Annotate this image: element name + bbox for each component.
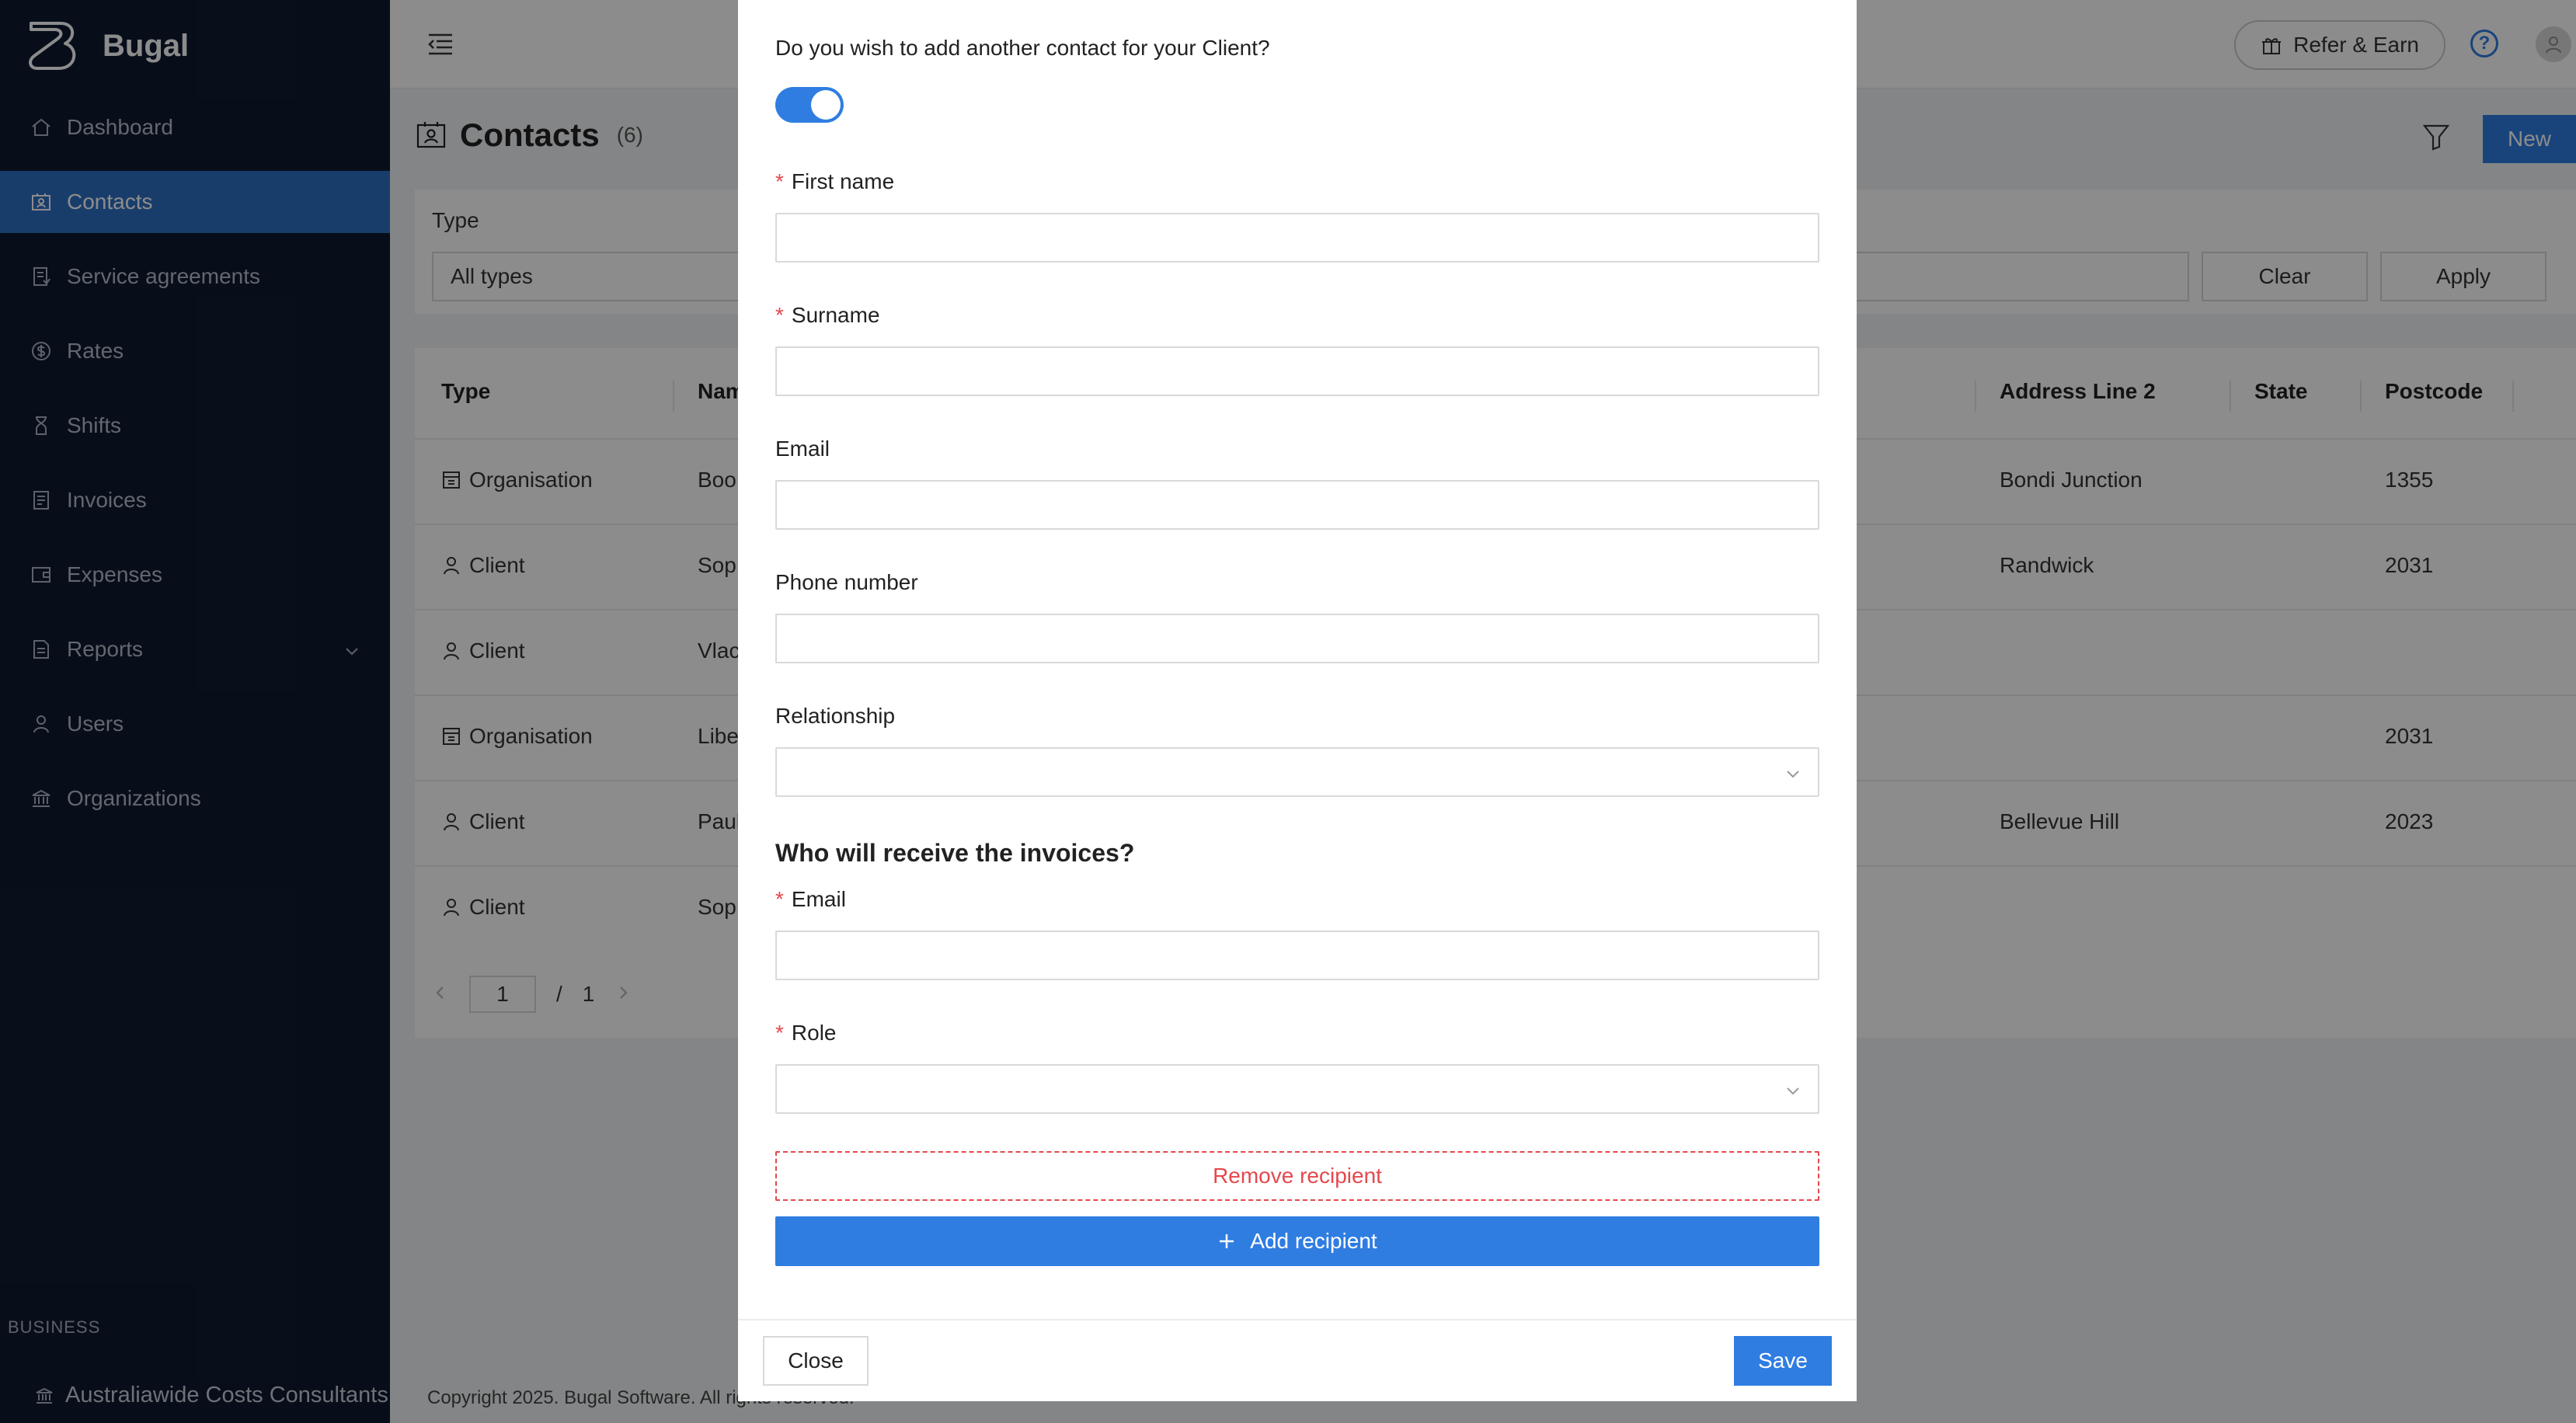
surname-label: * Surname bbox=[775, 303, 880, 327]
surname-label-text: Surname bbox=[791, 303, 880, 327]
toggle-knob bbox=[811, 90, 841, 120]
chevron-down-icon bbox=[1784, 764, 1802, 783]
recipient-role-label-text: Role bbox=[791, 1021, 837, 1045]
add-contact-toggle[interactable] bbox=[775, 87, 844, 123]
first-name-field[interactable] bbox=[775, 213, 1819, 263]
recipient-email-label: * Email bbox=[775, 887, 846, 911]
modal-footer: Close Save bbox=[738, 1319, 1857, 1401]
email-label: Email bbox=[775, 437, 830, 461]
recipient-role-label: * Role bbox=[775, 1021, 837, 1045]
remove-recipient-button[interactable]: Remove recipient bbox=[775, 1151, 1819, 1201]
invoice-recipients-heading: Who will receive the invoices? bbox=[775, 839, 1135, 867]
relationship-label: Relationship bbox=[775, 704, 896, 728]
email-field[interactable] bbox=[775, 480, 1819, 530]
relationship-select[interactable] bbox=[775, 747, 1819, 797]
add-contact-question: Do you wish to add another contact for y… bbox=[775, 36, 1270, 60]
phone-number-field[interactable] bbox=[775, 614, 1819, 663]
recipient-email-field[interactable] bbox=[775, 931, 1819, 980]
recipient-email-label-text: Email bbox=[791, 887, 846, 911]
add-contact-modal: Do you wish to add another contact for y… bbox=[738, 0, 1857, 1401]
close-button[interactable]: Close bbox=[763, 1336, 869, 1386]
surname-field[interactable] bbox=[775, 346, 1819, 396]
phone-number-label: Phone number bbox=[775, 570, 918, 594]
recipient-role-select[interactable] bbox=[775, 1064, 1819, 1114]
plus-icon bbox=[1220, 1234, 1234, 1248]
add-recipient-button[interactable]: Add recipient bbox=[775, 1216, 1819, 1266]
first-name-label-text: First name bbox=[791, 169, 895, 193]
chevron-down-icon bbox=[1784, 1081, 1802, 1100]
first-name-label: * First name bbox=[775, 169, 895, 193]
save-button[interactable]: Save bbox=[1734, 1336, 1832, 1386]
add-recipient-label: Add recipient bbox=[1250, 1229, 1377, 1253]
